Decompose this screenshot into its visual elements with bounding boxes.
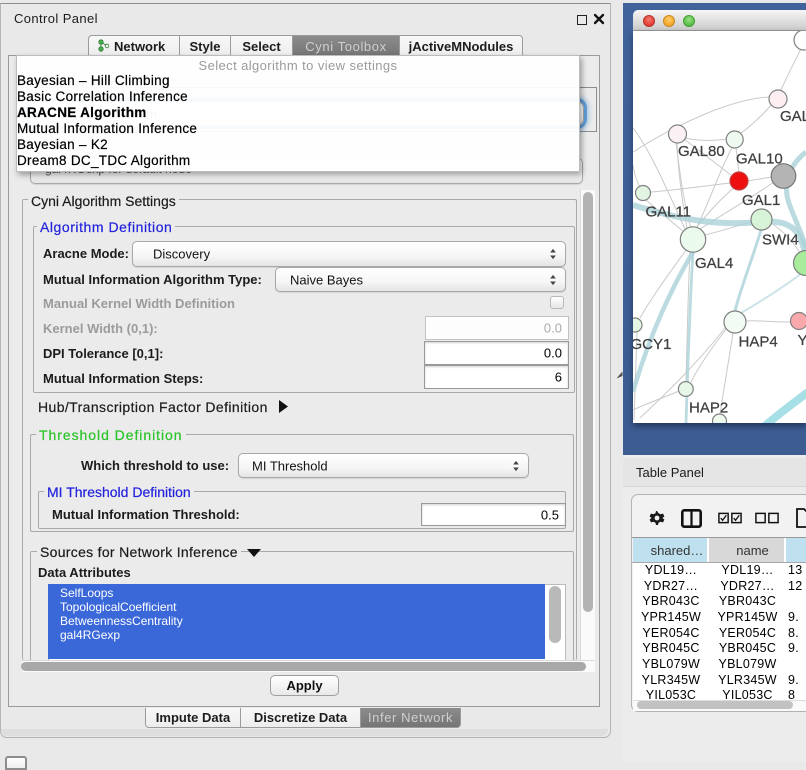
svg-text:GAL1: GAL1 xyxy=(742,192,780,209)
svg-text:SWI4: SWI4 xyxy=(762,232,799,249)
svg-text:Y: Y xyxy=(798,332,806,349)
svg-text:GAL10: GAL10 xyxy=(736,151,783,168)
svg-text:GCY1: GCY1 xyxy=(633,336,671,353)
svg-text:GAL11: GAL11 xyxy=(646,204,692,221)
svg-text:HAP2: HAP2 xyxy=(689,400,728,417)
svg-text:GAL4: GAL4 xyxy=(695,255,733,272)
svg-text:GAL80: GAL80 xyxy=(678,143,725,160)
svg-text:GAL7: GAL7 xyxy=(780,108,806,125)
svg-text:HAP4: HAP4 xyxy=(739,334,778,351)
